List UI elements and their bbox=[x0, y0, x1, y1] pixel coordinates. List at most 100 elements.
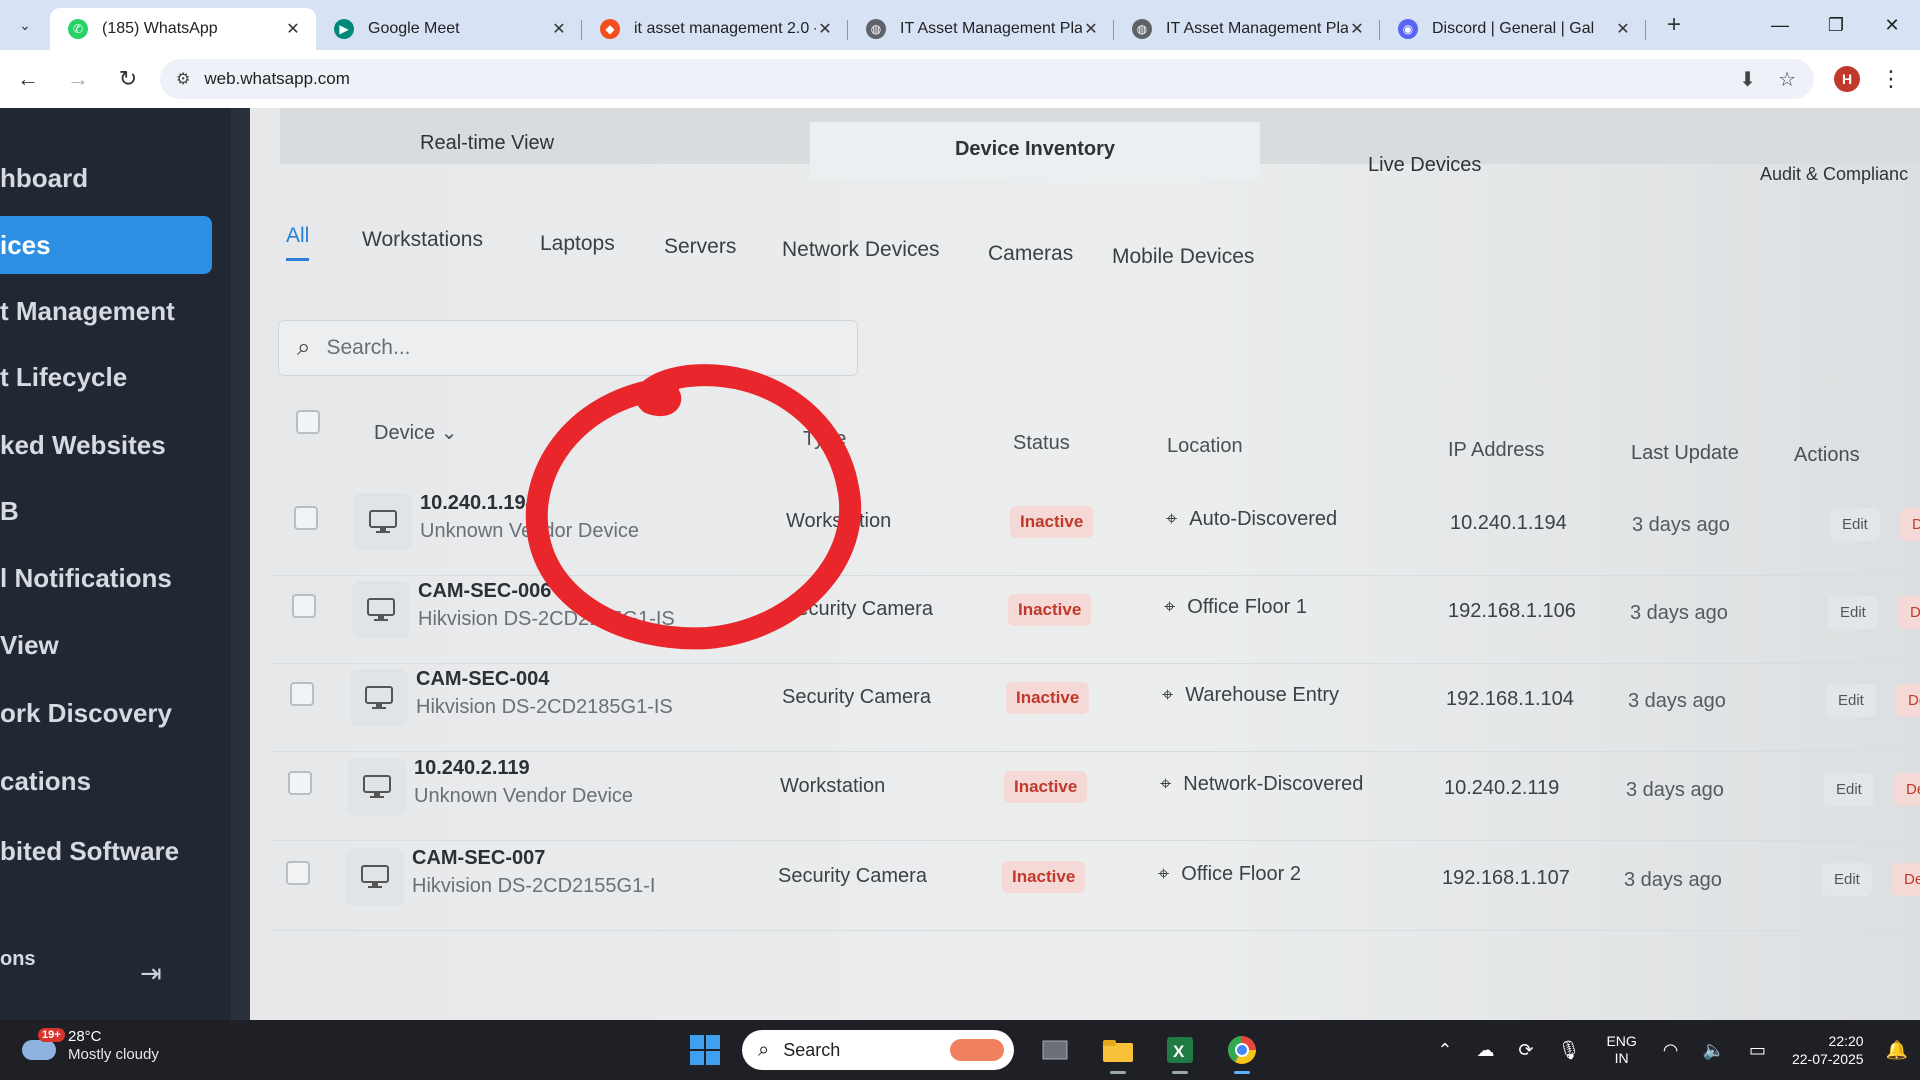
browser-tab-title: Discord | General | Gal bbox=[1432, 20, 1595, 37]
tab-search-button[interactable]: ⌄ bbox=[0, 0, 50, 50]
address-bar[interactable]: ⚙ web.whatsapp.com ⬇ ☆ bbox=[160, 59, 1814, 99]
tab-mobile-devices[interactable]: Mobile Devices bbox=[1112, 245, 1254, 269]
tab-network-devices[interactable]: Network Devices bbox=[782, 238, 940, 262]
device-name[interactable]: 10.240.1.194 bbox=[420, 492, 537, 515]
logout-icon[interactable]: ⇥ bbox=[140, 958, 162, 989]
site-info-icon[interactable]: ⚙ bbox=[176, 69, 190, 89]
install-app-icon[interactable]: ⬇ bbox=[1739, 67, 1756, 92]
browser-menu-icon[interactable]: ⋮ bbox=[1880, 66, 1902, 92]
chevron-up-icon[interactable]: ⌃ bbox=[1437, 1040, 1452, 1061]
device-name[interactable]: CAM-SEC-004 bbox=[416, 668, 549, 691]
minimize-button[interactable]: — bbox=[1752, 0, 1808, 50]
close-tab-icon[interactable]: ✕ bbox=[1348, 19, 1366, 39]
row-checkbox[interactable] bbox=[288, 771, 312, 795]
sidebar-item-network-discovery[interactable]: ork Discovery bbox=[0, 698, 172, 729]
tab-real-time-view[interactable]: Real-time View bbox=[420, 132, 554, 155]
column-header-device[interactable]: Device ⌄ bbox=[374, 420, 457, 445]
sidebar-item-applications[interactable]: cations bbox=[0, 766, 91, 797]
close-tab-icon[interactable]: ✕ bbox=[284, 19, 302, 39]
sidebar-item-options[interactable]: ons bbox=[0, 948, 36, 971]
search-input[interactable] bbox=[326, 336, 727, 360]
sidebar-item-dashboard[interactable]: hboard bbox=[0, 163, 88, 194]
tab-live-devices[interactable]: Live Devices bbox=[1368, 154, 1481, 177]
row-checkbox[interactable] bbox=[286, 861, 310, 885]
weather-widget[interactable]: 19+ 28°C Mostly cloudy bbox=[22, 1028, 159, 1064]
task-view-icon[interactable] bbox=[1036, 1030, 1076, 1070]
start-button-icon[interactable] bbox=[690, 1035, 720, 1065]
ip-address: 10.240.1.194 bbox=[1450, 512, 1567, 534]
delete-button[interactable]: De bbox=[1894, 773, 1920, 806]
table-row[interactable]: CAM-SEC-007 Hikvision DS-2CD2155G1-I Secur… bbox=[270, 823, 1920, 931]
sidebar-item-devices[interactable]: ices bbox=[0, 216, 212, 274]
forward-button[interactable]: → bbox=[56, 66, 100, 92]
browser-tab[interactable]: ◍ IT Asset Management Platf ✕ bbox=[848, 8, 1114, 50]
chrome-icon[interactable] bbox=[1222, 1030, 1262, 1074]
delete-button[interactable]: De bbox=[1896, 684, 1920, 717]
edit-button[interactable]: Edit bbox=[1826, 684, 1876, 717]
restore-button[interactable]: ❐ bbox=[1808, 0, 1864, 50]
sidebar-item-asset-management[interactable]: t Management bbox=[0, 296, 175, 327]
sidebar-item-blocked-websites[interactable]: ked Websites bbox=[0, 430, 166, 461]
device-location: ⌖ Warehouse Entry bbox=[1162, 684, 1339, 707]
column-header-status: Status bbox=[1013, 432, 1070, 454]
device-name[interactable]: CAM-SEC-007 bbox=[412, 847, 545, 870]
taskbar-search-box[interactable]: ⌕ Search bbox=[742, 1030, 1014, 1070]
row-checkbox[interactable] bbox=[294, 506, 318, 530]
row-checkbox[interactable] bbox=[290, 682, 314, 706]
browser-tab[interactable]: ✆ (185) WhatsApp ✕ bbox=[50, 8, 316, 50]
close-tab-icon[interactable]: ✕ bbox=[816, 19, 834, 39]
monitor-icon bbox=[350, 669, 408, 727]
close-window-button[interactable]: ✕ bbox=[1864, 0, 1920, 50]
edit-button[interactable]: Edit bbox=[1830, 508, 1880, 541]
close-tab-icon[interactable]: ✕ bbox=[1082, 19, 1100, 39]
delete-button[interactable]: De bbox=[1900, 508, 1920, 541]
sidebar-item-db[interactable]: B bbox=[0, 496, 19, 527]
delete-button[interactable]: De bbox=[1892, 863, 1920, 896]
browser-tab[interactable]: ▶ Google Meet ✕ bbox=[316, 8, 582, 50]
ip-address: 192.168.1.104 bbox=[1446, 688, 1574, 710]
sync-icon[interactable]: ⟳ bbox=[1519, 1040, 1534, 1061]
close-tab-icon[interactable]: ✕ bbox=[1614, 19, 1632, 39]
volume-icon[interactable]: 🔈 bbox=[1703, 1040, 1725, 1061]
tab-servers[interactable]: Servers bbox=[664, 235, 736, 259]
new-tab-button[interactable]: + bbox=[1654, 11, 1694, 39]
device-name[interactable]: 10.240.2.119 bbox=[414, 757, 530, 780]
microphone-icon[interactable]: 🎙 bbox=[1558, 1040, 1581, 1061]
profile-avatar[interactable]: H bbox=[1834, 66, 1860, 92]
sidebar-item-prohibited-software[interactable]: bited Software bbox=[0, 836, 179, 867]
tab-cameras[interactable]: Cameras bbox=[988, 242, 1073, 266]
language-indicator[interactable]: ENG IN bbox=[1606, 1033, 1636, 1067]
column-header-location: Location bbox=[1167, 435, 1243, 457]
browser-tab-title: IT Asset Management Platf bbox=[900, 20, 1082, 37]
notification-bell-icon[interactable]: 🔔 bbox=[1886, 1040, 1908, 1061]
back-button[interactable]: ← bbox=[6, 66, 50, 92]
reload-button[interactable]: ↻ bbox=[106, 66, 150, 92]
system-clock[interactable]: 22:20 22-07-2025 bbox=[1792, 1032, 1864, 1068]
tab-audit-compliance[interactable]: Audit & Complianc bbox=[1760, 164, 1908, 185]
close-tab-icon[interactable]: ✕ bbox=[550, 19, 568, 39]
delete-button[interactable]: De bbox=[1898, 596, 1920, 629]
battery-icon[interactable]: ▭ bbox=[1749, 1040, 1766, 1061]
tab-device-inventory[interactable]: Device Inventory bbox=[810, 122, 1260, 180]
browser-tab[interactable]: ◆ it asset management 2.0 - ✕ bbox=[582, 8, 848, 50]
device-name[interactable]: CAM-SEC-006 bbox=[418, 580, 551, 603]
edit-button[interactable]: Edit bbox=[1822, 863, 1872, 896]
edit-button[interactable]: Edit bbox=[1824, 773, 1874, 806]
edit-button[interactable]: Edit bbox=[1828, 596, 1878, 629]
select-all-checkbox[interactable] bbox=[296, 410, 320, 434]
sidebar-item-view[interactable]: View bbox=[0, 630, 59, 661]
tab-workstations[interactable]: Workstations bbox=[362, 228, 483, 252]
excel-icon[interactable]: X bbox=[1160, 1030, 1200, 1074]
tab-all[interactable]: All bbox=[286, 224, 310, 261]
location-pin-icon: ⌖ bbox=[1160, 773, 1172, 795]
sidebar-item-notifications[interactable]: l Notifications bbox=[0, 563, 172, 594]
tab-laptops[interactable]: Laptops bbox=[540, 232, 615, 256]
file-explorer-icon[interactable] bbox=[1098, 1030, 1138, 1074]
wifi-icon[interactable]: ◠ bbox=[1663, 1040, 1679, 1061]
row-checkbox[interactable] bbox=[292, 594, 316, 618]
browser-tab[interactable]: ◉ Discord | General | Gal ✕ bbox=[1380, 8, 1646, 50]
browser-tab[interactable]: ◍ IT Asset Management Platf ✕ bbox=[1114, 8, 1380, 50]
bookmark-star-icon[interactable]: ☆ bbox=[1778, 67, 1796, 92]
sidebar-item-asset-lifecycle[interactable]: t Lifecycle bbox=[0, 362, 127, 393]
onedrive-icon[interactable]: ☁ bbox=[1477, 1040, 1495, 1061]
